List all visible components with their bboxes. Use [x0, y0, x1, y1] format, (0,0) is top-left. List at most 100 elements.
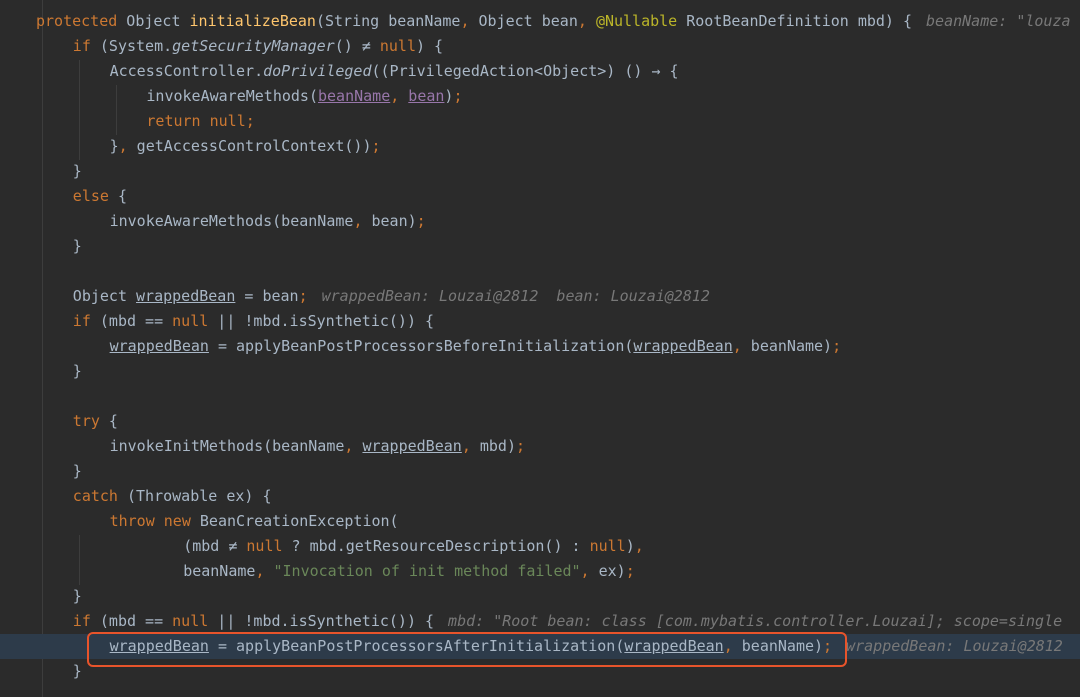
- code-token: invokeAwareMethods(: [146, 87, 318, 105]
- code-line[interactable]: protected Object initializeBean(String b…: [0, 9, 1080, 34]
- code-token: = bean: [235, 287, 299, 305]
- code-line-content: }: [73, 159, 82, 184]
- code-token: return null: [146, 112, 246, 130]
- code-token: RootBeanDefinition mbd) {: [677, 12, 913, 30]
- code-line[interactable]: (mbd ≠ null ? mbd.getResourceDescription…: [0, 534, 1080, 559]
- code-line[interactable]: [0, 384, 1080, 409]
- inline-debug-hint: wrappedBean: Louzai@2812: [846, 637, 1063, 655]
- code-token: }: [72, 662, 82, 680]
- code-token: throw new: [109, 512, 191, 530]
- code-token: }: [109, 137, 119, 155]
- code-token: @Nullable: [595, 12, 678, 30]
- code-line-content: wrappedBean = applyBeanPostProcessorsAft…: [110, 634, 1063, 659]
- code-line[interactable]: wrappedBean = applyBeanPostProcessorsAft…: [0, 634, 1080, 659]
- code-token: if: [72, 312, 91, 330]
- code-token: ,: [577, 12, 587, 30]
- code-token: invokeAwareMethods(beanName: [109, 212, 354, 230]
- code-token: bean: [408, 87, 445, 105]
- code-token: wrappedBean: [633, 337, 733, 355]
- code-token: wrappedBean: [136, 287, 236, 305]
- code-line[interactable]: return null;: [0, 109, 1080, 134]
- inline-debug-hint: mbd: "Root bean: class [com.mybatis.cont…: [448, 612, 1063, 630]
- code-token: ;: [245, 112, 255, 130]
- code-token: getSecurityManager: [172, 37, 335, 55]
- code-line[interactable]: }: [0, 159, 1080, 184]
- code-token: Object: [72, 287, 137, 305]
- code-token: AccessController.: [109, 62, 264, 80]
- code-line-content: beanName, "Invocation of init method fai…: [183, 559, 635, 584]
- code-token: }: [72, 462, 82, 480]
- code-token: invokeInitMethods(beanName: [109, 437, 345, 455]
- code-line-content: try {: [73, 409, 118, 434]
- code-line[interactable]: }, getAccessControlContext());: [0, 134, 1080, 159]
- code-token: (mbd ==: [90, 612, 173, 630]
- code-token: bean): [362, 212, 417, 230]
- code-line[interactable]: Object wrappedBean = bean; wrappedBean: L…: [0, 284, 1080, 309]
- code-token: ;: [298, 287, 308, 305]
- code-line[interactable]: catch (Throwable ex) {: [0, 484, 1080, 509]
- code-line[interactable]: }: [0, 359, 1080, 384]
- code-line[interactable]: throw new BeanCreationException(: [0, 509, 1080, 534]
- code-token: null: [246, 537, 283, 555]
- code-token: ): [625, 537, 635, 555]
- code-line-content: Object wrappedBean = bean; wrappedBean: L…: [73, 284, 710, 309]
- code-token: wrappedBean: [624, 637, 724, 655]
- code-line-content: AccessController.doPrivileged((Privilege…: [110, 59, 679, 84]
- code-token: getAccessControlContext()): [127, 137, 372, 155]
- code-line-content: if (mbd == null || !mbd.isSynthetic()) {…: [73, 609, 1062, 634]
- code-token: ;: [371, 137, 381, 155]
- code-line-content: }, getAccessControlContext());: [110, 134, 381, 159]
- code-token: ,: [390, 87, 400, 105]
- code-token: ;: [625, 562, 635, 580]
- code-line-content: }: [73, 659, 82, 684]
- code-line-content: if (System.getSecurityManager() ≠ null) …: [73, 34, 443, 59]
- code-line[interactable]: }: [0, 234, 1080, 259]
- code-line-content: }: [73, 234, 82, 259]
- code-line-content: catch (Throwable ex) {: [73, 484, 272, 509]
- code-line-content: invokeInitMethods(beanName, wrappedBean,…: [110, 434, 525, 459]
- code-line[interactable]: invokeAwareMethods(beanName, bean);: [0, 209, 1080, 234]
- code-line[interactable]: [0, 259, 1080, 284]
- code-line[interactable]: invokeAwareMethods(beanName, bean);: [0, 84, 1080, 109]
- code-token: else: [72, 187, 109, 205]
- code-token: beanName: [317, 87, 391, 105]
- code-line[interactable]: else {: [0, 184, 1080, 209]
- code-line[interactable]: }: [0, 459, 1080, 484]
- code-token: wrappedBean: [109, 637, 209, 655]
- code-token: || !mbd.isSynthetic()) {: [208, 612, 435, 630]
- code-line-content: invokeAwareMethods(beanName, bean);: [146, 84, 462, 109]
- code-line-content: throw new BeanCreationException(: [110, 509, 399, 534]
- code-token: (Throwable ex) {: [117, 487, 272, 505]
- code-line-content: wrappedBean = applyBeanPostProcessorsBef…: [110, 334, 842, 359]
- code-token: ,: [723, 637, 733, 655]
- code-token: beanName): [732, 637, 824, 655]
- code-token: || !mbd.isSynthetic()) {: [208, 312, 435, 330]
- code-line[interactable]: try {: [0, 409, 1080, 434]
- code-line[interactable]: if (mbd == null || !mbd.isSynthetic()) {…: [0, 609, 1080, 634]
- code-token: () ≠: [334, 37, 380, 55]
- code-token: (mbd ==: [90, 312, 173, 330]
- code-token: ,: [460, 12, 470, 30]
- code-line[interactable]: AccessController.doPrivileged((Privilege…: [0, 59, 1080, 84]
- code-line-content: if (mbd == null || !mbd.isSynthetic()) {: [73, 309, 434, 334]
- code-token: ;: [832, 337, 842, 355]
- code-line[interactable]: if (System.getSecurityManager() ≠ null) …: [0, 34, 1080, 59]
- code-line-content: }: [73, 459, 82, 484]
- code-token: wrappedBean: [362, 437, 462, 455]
- code-editor[interactable]: protected Object initializeBean(String b…: [0, 0, 1080, 697]
- code-token: ;: [516, 437, 526, 455]
- code-token: }: [72, 362, 82, 380]
- code-line[interactable]: beanName, "Invocation of init method fai…: [0, 559, 1080, 584]
- code-token: ? mbd.getResourceDescription() :: [282, 537, 590, 555]
- code-line[interactable]: if (mbd == null || !mbd.isSynthetic()) {: [0, 309, 1080, 334]
- code-line[interactable]: wrappedBean = applyBeanPostProcessorsBef…: [0, 334, 1080, 359]
- code-line[interactable]: }: [0, 584, 1080, 609]
- code-token: {: [99, 412, 118, 430]
- inline-debug-hint: wrappedBean: Louzai@2812 bean: Louzai@28…: [321, 287, 710, 305]
- code-line[interactable]: }: [0, 659, 1080, 684]
- code-token: ) {: [415, 37, 444, 55]
- code-line[interactable]: invokeInitMethods(beanName, wrappedBean,…: [0, 434, 1080, 459]
- code-token: ;: [453, 87, 463, 105]
- code-token: mbd): [470, 437, 516, 455]
- code-token: wrappedBean: [109, 337, 209, 355]
